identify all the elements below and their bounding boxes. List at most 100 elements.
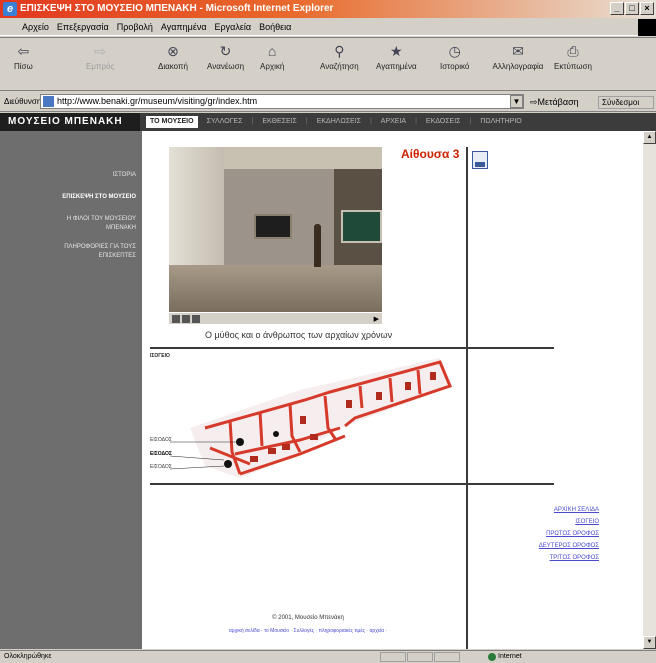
- stop-button[interactable]: ⊗ Διακοπή: [158, 43, 188, 71]
- nav-archives[interactable]: ΑΡΧΕΙΑ: [377, 116, 410, 128]
- back-button[interactable]: ⇦ Πίσω: [14, 43, 33, 71]
- address-url: http://www.benaki.gr/museum/visiting/gr/…: [57, 96, 258, 106]
- footer-link-museum[interactable]: το Μουσείο: [264, 628, 289, 634]
- link-home[interactable]: ΑΡΧΙΚΗ ΣΕΛΙΔΑ: [539, 504, 599, 516]
- horizontal-divider: [150, 483, 554, 485]
- title-bar: e ΕΠΙΣΚΕΨΗ ΣΤΟ ΜΟΥΣΕΙΟ ΜΠΕΝΑΚΗ - Microso…: [0, 0, 656, 18]
- site-logo[interactable]: ΜΟΥΣΕΙΟ ΜΠΕΝΑΚΗ: [0, 113, 140, 131]
- toolbar: ⇦ Πίσω ⇨ Εμπρός ⊗ Διακοπή ↻ Ανανέωση ⌂ Αρχική…: [0, 37, 656, 91]
- mail-icon: ✉: [512, 43, 524, 59]
- menu-file[interactable]: Αρχείο: [22, 22, 49, 32]
- link-first-floor[interactable]: ΠΡΩΤΟΣ ΟΡΟΦΟΣ: [539, 528, 599, 540]
- menu-edit[interactable]: Επεξεργασία: [57, 22, 109, 32]
- vertical-scrollbar[interactable]: ▲ ▼: [643, 131, 656, 649]
- photo-display-case: [254, 214, 292, 239]
- page-content: ΜΟΥΣΕΙΟ ΜΠΕΝΑΚΗ ΤΟ ΜΟΥΣΕΙΟ ΣΥΛΛΟΓΕΣ | ΕΚΘ…: [0, 113, 656, 649]
- search-icon: ⚲: [334, 43, 345, 59]
- home-icon: ⌂: [267, 43, 277, 59]
- nav-events[interactable]: ΕΚΔΗΛΩΣΕΙΣ: [313, 116, 365, 128]
- nav-separator: |: [251, 118, 254, 125]
- site-nav: ΤΟ ΜΟΥΣΕΙΟ ΣΥΛΛΟΓΕΣ | ΕΚΘΕΣΕΙΣ | ΕΚΔΗΛΩΣΕΙ…: [146, 116, 526, 128]
- sidebar-item-history[interactable]: ΙΣΤΟΡΙΑ: [4, 171, 136, 180]
- search-button[interactable]: ⚲ Αναζήτηση: [320, 43, 359, 71]
- refresh-button[interactable]: ↻ Ανανέωση: [207, 43, 244, 71]
- mail-button[interactable]: ✉ Αλληλογραφία: [492, 43, 544, 71]
- document-icon[interactable]: [472, 151, 488, 169]
- status-bar: Ολοκληρώθηκε Internet: [0, 650, 656, 663]
- minimize-button[interactable]: _: [610, 2, 624, 15]
- nav-separator: |: [305, 118, 308, 125]
- home-button[interactable]: ⌂ Αρχική: [260, 43, 284, 71]
- gallery-photo: ▶: [169, 147, 382, 324]
- sidebar: ΙΣΤΟΡΙΑ ΕΠΙΣΚΕΨΗ ΣΤΟ ΜΟΥΣΕΙΟ Η ΦΙΛΟΙ ΤΟΥ…: [0, 131, 142, 649]
- pause-icon[interactable]: [182, 314, 190, 323]
- links-button[interactable]: Σύνδεσμοι: [598, 96, 654, 109]
- scroll-up-button[interactable]: ▲: [643, 131, 656, 144]
- internet-explorer-icon: e: [3, 2, 17, 16]
- main-area: ▶ Αίθουσα 3 Ο μύθος και ο άνθρωπος των α…: [150, 131, 643, 649]
- window-title: ΕΠΙΣΚΕΨΗ ΣΤΟ ΜΟΥΣΕΙΟ ΜΠΕΝΑΚΗ - Microsoft…: [20, 3, 334, 14]
- print-button[interactable]: ⎙ Εκτύπωση: [554, 43, 592, 71]
- stop-icon[interactable]: [192, 314, 200, 323]
- stop-icon: ⊗: [167, 43, 179, 59]
- sidebar-item-visitor-info[interactable]: ΠΛΗΡΟΦΟΡΙΕΣ ΓΙΑ ΤΟΥΣ ΕΠΙΣΚΕΠΤΕΣ: [46, 243, 136, 261]
- plan-label-entrance-main: ΕΙΣΟΔΟΣ: [150, 451, 172, 457]
- print-icon: ⎙: [567, 43, 579, 59]
- nav-collections[interactable]: ΣΥΛΛΟΓΕΣ: [203, 116, 247, 128]
- photo-display-case: [341, 210, 382, 243]
- link-second-floor[interactable]: ΔΕΥΤΕΡΟΣ ΟΡΟΦΟΣ: [539, 540, 599, 552]
- photo-caption: Ο μύθος και ο άνθρωπος των αρχαίων χρόνω…: [205, 330, 393, 340]
- address-input[interactable]: http://www.benaki.gr/museum/visiting/gr/…: [40, 94, 524, 109]
- nav-shop[interactable]: ΠΩΛΗΤΗΡΙΟ: [476, 116, 525, 128]
- maximize-button[interactable]: □: [625, 2, 639, 15]
- footer-link-collections[interactable]: Συλλογές: [294, 628, 315, 634]
- floor-links: ΑΡΧΙΚΗ ΣΕΛΙΔΑ ΙΣΟΓΕΙΟ ΠΡΩΤΟΣ ΟΡΟΦΟΣ ΔΕΥΤ…: [539, 504, 599, 564]
- close-button[interactable]: ×: [640, 2, 654, 15]
- footer-link-info[interactable]: πληροφοριακές τιμές: [319, 628, 365, 634]
- link-ground-floor[interactable]: ΙΣΟΓΕΙΟ: [539, 516, 599, 528]
- copyright: © 2001, Μουσείο Μπενάκη: [272, 615, 344, 621]
- scroll-down-button[interactable]: ▼: [643, 636, 656, 649]
- refresh-icon: ↻: [219, 43, 232, 59]
- address-dropdown-icon[interactable]: ▼: [510, 95, 523, 108]
- favorites-button[interactable]: ★ Αγαπημένα: [376, 43, 417, 71]
- page-icon: [43, 96, 54, 107]
- security-zone: Internet: [488, 651, 522, 663]
- plan-label-entrance: ΕΙΣΟΔΟΣ: [150, 464, 172, 470]
- status-cells: [380, 652, 460, 662]
- browser-window: e ΕΠΙΣΚΕΨΗ ΣΤΟ ΜΟΥΣΕΙΟ ΜΠΕΝΑΚΗ - Microso…: [0, 0, 656, 663]
- photo-ceiling: [224, 147, 382, 169]
- room-title: Αίθουσα 3: [401, 147, 460, 161]
- nav-publications[interactable]: ΕΚΔΟΣΕΙΣ: [422, 116, 465, 128]
- floor-plan[interactable]: [150, 356, 466, 486]
- forward-icon: ⇨: [94, 43, 107, 59]
- link-third-floor[interactable]: ΤΡΙΤΟΣ ΟΡΟΦΟΣ: [539, 552, 599, 564]
- go-button[interactable]: ⇨Μετάβαση: [530, 97, 579, 108]
- globe-icon: [488, 653, 496, 661]
- play-icon[interactable]: [172, 314, 180, 323]
- menu-favorites[interactable]: Αγαπημένα: [161, 22, 207, 32]
- windows-logo-icon: [638, 19, 656, 36]
- history-icon: ◷: [448, 43, 461, 59]
- address-bar: Διεύθυνση http://www.benaki.gr/museum/vi…: [0, 92, 656, 112]
- status-text: Ολοκληρώθηκε: [4, 653, 52, 660]
- sidebar-item-visit[interactable]: ΕΠΙΣΚΕΨΗ ΣΤΟ ΜΟΥΣΕΙΟ: [4, 193, 136, 202]
- scroll-right-icon[interactable]: ▶: [374, 315, 379, 323]
- nav-separator: |: [369, 118, 372, 125]
- footer-link-home[interactable]: αρχική σελίδα: [229, 628, 260, 634]
- menu-help[interactable]: Βοήθεια: [259, 22, 291, 32]
- window-controls: _ □ ×: [610, 2, 654, 15]
- history-button[interactable]: ◷ Ιστορικό: [440, 43, 469, 71]
- photo-statue: [314, 224, 321, 267]
- nav-exhibitions[interactable]: ΕΚΘΕΣΕΙΣ: [258, 116, 301, 128]
- sidebar-item-friends[interactable]: Η ΦΙΛΟΙ ΤΟΥ ΜΟΥΣΕΙΟΥ ΜΠΕΝΑΚΗ: [46, 215, 136, 233]
- footer-link-archives[interactable]: αρχεία: [369, 628, 384, 634]
- forward-button[interactable]: ⇨ Εμπρός: [86, 43, 114, 71]
- menu-tools[interactable]: Εργαλεία: [215, 22, 252, 32]
- back-icon: ⇦: [17, 43, 30, 59]
- menu-view[interactable]: Προβολή: [117, 22, 153, 32]
- footer-links: αρχική σελίδα · το Μουσείο · Συλλογές · …: [228, 628, 388, 634]
- nav-museum[interactable]: ΤΟ ΜΟΥΣΕΙΟ: [146, 116, 198, 128]
- horizontal-divider: [150, 347, 554, 349]
- favorites-icon: ★: [390, 43, 403, 59]
